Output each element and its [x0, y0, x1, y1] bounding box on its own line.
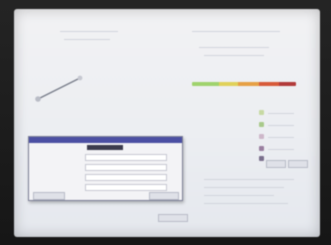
header-right-rule-1 — [192, 31, 280, 32]
meter-seg-2 — [219, 82, 238, 86]
dialog-row-field-4[interactable] — [85, 184, 167, 191]
meter-seg-3 — [237, 82, 259, 86]
dialog-ok-button[interactable] — [33, 192, 65, 200]
plot-line — [37, 78, 79, 100]
swatch-rule-2 — [268, 125, 294, 126]
swatch-1 — [259, 110, 264, 115]
dialog-row-field-2[interactable] — [85, 164, 167, 171]
bottom-right-button[interactable] — [266, 160, 286, 168]
swatch-2 — [259, 122, 264, 127]
header-right-rule-2 — [199, 47, 269, 48]
header-right-rule-3 — [204, 55, 264, 56]
settings-dialog[interactable] — [28, 136, 183, 201]
dialog-tab[interactable] — [87, 145, 123, 150]
dialog-titlebar[interactable] — [29, 137, 182, 143]
panel-rule-3 — [204, 195, 274, 196]
dialog-cancel-button[interactable] — [149, 192, 179, 200]
bottom-left-button[interactable] — [158, 214, 188, 222]
plot-point-end — [77, 75, 83, 81]
swatch-5 — [259, 156, 264, 161]
bottom-far-right-button[interactable] — [288, 160, 308, 168]
swatch-rule-4 — [268, 149, 294, 150]
mini-plot — [35, 75, 83, 102]
monitor-screen — [14, 9, 320, 237]
header-left-rule-2 — [64, 39, 110, 40]
plot-point-start — [35, 96, 41, 102]
meter-seg-5 — [279, 82, 296, 86]
panel-rule-2 — [204, 187, 284, 188]
dialog-row-field-1[interactable] — [85, 154, 167, 161]
swatch-rule-1 — [268, 113, 294, 114]
panel-rule-1 — [204, 179, 294, 180]
header-left-rule-1 — [60, 31, 118, 32]
dialog-row-field-3[interactable] — [85, 174, 167, 181]
meter-seg-1 — [192, 82, 220, 86]
panel-rule-4 — [204, 203, 288, 204]
swatch-4 — [259, 146, 264, 151]
meter-seg-4 — [258, 82, 280, 86]
swatch-3 — [259, 134, 264, 139]
color-meter — [192, 82, 296, 86]
swatch-rule-3 — [268, 137, 294, 138]
